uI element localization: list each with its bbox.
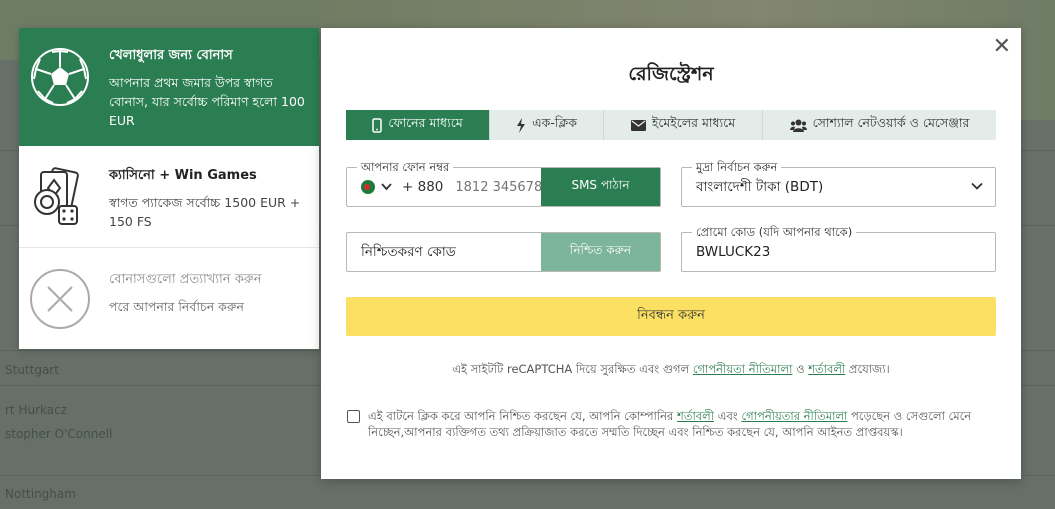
currency-value: বাংলাদেশী টাকা (BDT)	[696, 178, 824, 195]
promo-code-input[interactable]: BWLUCK23	[696, 233, 770, 271]
bonus-description: আপনার প্রথম জমার উপর স্বাগত বোনাস, যার স…	[109, 75, 305, 128]
tab-label: এক-ক্লিক	[532, 115, 577, 130]
privacy-policy-link[interactable]: গোপনীয়তা নীতিমালা	[693, 362, 793, 376]
recaptcha-text: এই সাইটটি reCAPTCHA দিয়ে সুরক্ষিত এবং গ…	[452, 362, 690, 376]
modal-title: রেজিস্ট্রেশন	[628, 63, 714, 85]
bangladesh-flag-icon[interactable]	[361, 180, 375, 194]
bonus-option-sports[interactable]: খেলাধুলার জন্য বোনাস আপনার প্রথম জমার উপ…	[19, 28, 319, 146]
bonus-option-text: খেলাধুলার জন্য বোনাস আপনার প্রথম জমার উপ…	[109, 46, 309, 130]
casino-cards-icon	[29, 166, 91, 228]
recaptcha-notice: এই সাইটটি reCAPTCHA দিয়ে সুরক্ষিত এবং গ…	[321, 361, 1021, 380]
phone-field: আপনার ফোন নম্বর + 880 SMS পাঠান	[346, 160, 661, 207]
bonus-option-decline[interactable]: বোনাসগুলো প্রত্যাখ্যান করুন পরে আপনার নি…	[19, 248, 319, 348]
bonus-title: বোনাসগুলো প্রত্যাখ্যান করুন	[109, 272, 262, 287]
confirm-code-button[interactable]: নিশ্চিত করুন	[541, 233, 660, 271]
users-icon	[789, 119, 807, 132]
lightning-icon	[516, 117, 526, 133]
phone-field-label: আপনার ফোন নম্বর	[357, 160, 454, 174]
consent-text-part: এবং	[717, 409, 738, 423]
bonus-description: স্বাগত প্যাকেজ সর্বোচ্চ 1500 EUR + 150 F…	[109, 195, 301, 229]
recaptcha-text: ও	[796, 362, 805, 376]
tab-label: ফোনের মাধ্যমে	[388, 115, 463, 130]
recaptcha-text: প্রযোজ্য।	[848, 362, 890, 376]
bonus-option-text: ক্যাসিনো + Win Games স্বাগত প্যাকেজ সর্ব…	[109, 166, 309, 231]
tab-phone[interactable]: ফোনের মাধ্যমে	[346, 110, 490, 140]
chevron-down-icon	[971, 180, 983, 195]
confirmation-code-field[interactable]: নিশ্চিতকরণ কোড নিশ্চিত করুন	[346, 232, 661, 272]
consent-terms-link[interactable]: শর্তাবলী	[677, 409, 714, 423]
tab-social[interactable]: সোশ্যাল নেটওয়ার্ক ও মেসেঞ্জার	[763, 110, 996, 140]
promo-code-field[interactable]: প্রোমো কোড (যদি আপনার থাকে) BWLUCK23	[681, 225, 996, 272]
envelope-icon	[630, 119, 646, 131]
consent-privacy-link[interactable]: গোপনীয়তার নীতিমালা	[741, 409, 847, 423]
consent-checkbox[interactable]	[347, 410, 360, 423]
bonus-option-casino[interactable]: ক্যাসিনো + Win Games স্বাগত প্যাকেজ সর্ব…	[19, 146, 319, 248]
consent-text: এই বাটনে ক্লিক করে আপনি নিশ্চিত করছেন যে…	[368, 408, 987, 440]
bonus-selection-panel: খেলাধুলার জন্য বোনাস আপনার প্রথম জমার উপ…	[19, 28, 319, 349]
registration-modal: ✕ রেজিস্ট্রেশন ফোনের মাধ্যমে এক-ক্লিক ইম…	[321, 28, 1021, 479]
bonus-title: খেলাধুলার জন্য বোনাস	[109, 48, 233, 63]
phone-icon	[372, 117, 383, 133]
send-sms-button[interactable]: SMS পাঠান	[541, 168, 660, 206]
currency-select[interactable]: মুদ্রা নির্বাচন করুন বাংলাদেশী টাকা (BDT…	[681, 160, 996, 207]
soccer-ball-icon	[29, 46, 91, 108]
close-button[interactable]: ✕	[993, 34, 1011, 59]
register-button[interactable]: নিবন্ধন করুন	[346, 297, 996, 336]
registration-tabs: ফোনের মাধ্যমে এক-ক্লিক ইমেইলের মাধ্যমে স…	[346, 110, 996, 140]
decline-x-icon	[29, 268, 91, 330]
consent-row: এই বাটনে ক্লিক করে আপনি নিশ্চিত করছেন যে…	[347, 408, 987, 440]
bonus-description: পরে আপনার নির্বাচন করুন	[109, 299, 244, 314]
tab-label: ইমেইলের মাধ্যমে	[651, 115, 736, 130]
phone-input[interactable]	[453, 178, 553, 196]
confirmation-code-input[interactable]: নিশ্চিতকরণ কোড	[361, 233, 456, 271]
tab-email[interactable]: ইমেইলের মাধ্যমে	[604, 110, 763, 140]
chevron-down-icon[interactable]	[381, 181, 392, 194]
tab-label: সোশ্যাল নেটওয়ার্ক ও মেসেঞ্জার	[812, 115, 970, 130]
country-code: + 880	[402, 179, 444, 195]
consent-text-part: এই বাটনে ক্লিক করে আপনি নিশ্চিত করছেন যে…	[368, 409, 674, 423]
tab-one-click[interactable]: এক-ক্লিক	[490, 110, 604, 140]
terms-link[interactable]: শর্তাবলী	[808, 362, 845, 376]
bonus-option-text: বোনাসগুলো প্রত্যাখ্যান করুন পরে আপনার নি…	[109, 268, 262, 316]
bonus-title: ক্যাসিনো + Win Games	[109, 168, 257, 183]
